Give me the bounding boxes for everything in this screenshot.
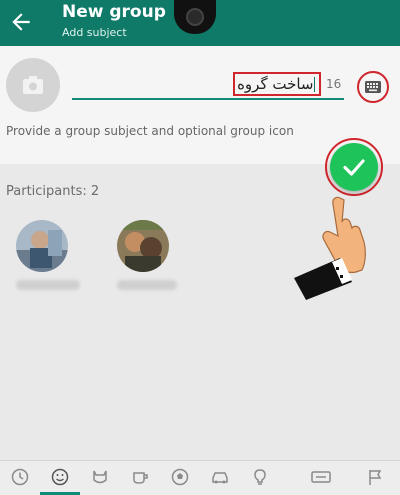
tab-activity[interactable] bbox=[160, 461, 200, 495]
page-title: New group bbox=[62, 2, 166, 22]
animal-icon bbox=[93, 470, 107, 484]
tab-symbols[interactable] bbox=[300, 461, 340, 495]
hand-pointer-icon bbox=[294, 196, 366, 300]
participant-avatar bbox=[16, 220, 68, 272]
participant-name-blurred bbox=[16, 280, 80, 290]
food-icon bbox=[133, 472, 148, 484]
participant-item[interactable] bbox=[16, 220, 80, 290]
flag-icon bbox=[369, 470, 382, 485]
check-icon bbox=[343, 159, 365, 176]
camera-notch bbox=[174, 0, 216, 34]
keyboard-toggle-button[interactable] bbox=[357, 71, 389, 103]
smiley-icon bbox=[51, 468, 69, 486]
back-arrow-icon[interactable] bbox=[8, 9, 34, 35]
camera-icon bbox=[23, 76, 43, 94]
subject-helper-text: Provide a group subject and optional gro… bbox=[6, 124, 294, 138]
participant-item[interactable] bbox=[117, 220, 177, 290]
group-subject-input[interactable]: ساخت گروه bbox=[233, 72, 321, 96]
symbols-icon bbox=[311, 471, 331, 483]
subject-underline bbox=[72, 98, 344, 100]
tab-recent[interactable] bbox=[0, 461, 40, 495]
participant-avatar bbox=[117, 220, 169, 272]
ball-icon bbox=[171, 468, 189, 486]
participant-name-blurred bbox=[117, 280, 177, 290]
char-count: 16 bbox=[326, 77, 342, 91]
group-icon-picker[interactable] bbox=[6, 58, 60, 112]
text-cursor bbox=[313, 77, 315, 92]
participants-label: Participants: 2 bbox=[6, 184, 100, 199]
group-subject-value: ساخت گروه bbox=[237, 75, 314, 93]
recent-clock-icon bbox=[11, 468, 29, 486]
tab-travel[interactable] bbox=[200, 461, 240, 495]
tab-smileys[interactable] bbox=[40, 461, 80, 495]
car-icon bbox=[212, 472, 228, 484]
page-subtitle: Add subject bbox=[62, 26, 127, 39]
bulb-icon bbox=[254, 469, 266, 485]
tab-food[interactable] bbox=[120, 461, 160, 495]
tab-objects[interactable] bbox=[240, 461, 280, 495]
app-bar: New group Add subject bbox=[0, 0, 400, 46]
emoji-category-bar bbox=[0, 460, 400, 495]
tab-flags[interactable] bbox=[355, 461, 395, 495]
keyboard-icon bbox=[365, 81, 381, 93]
confirm-button[interactable] bbox=[330, 143, 378, 191]
tab-animals[interactable] bbox=[80, 461, 120, 495]
